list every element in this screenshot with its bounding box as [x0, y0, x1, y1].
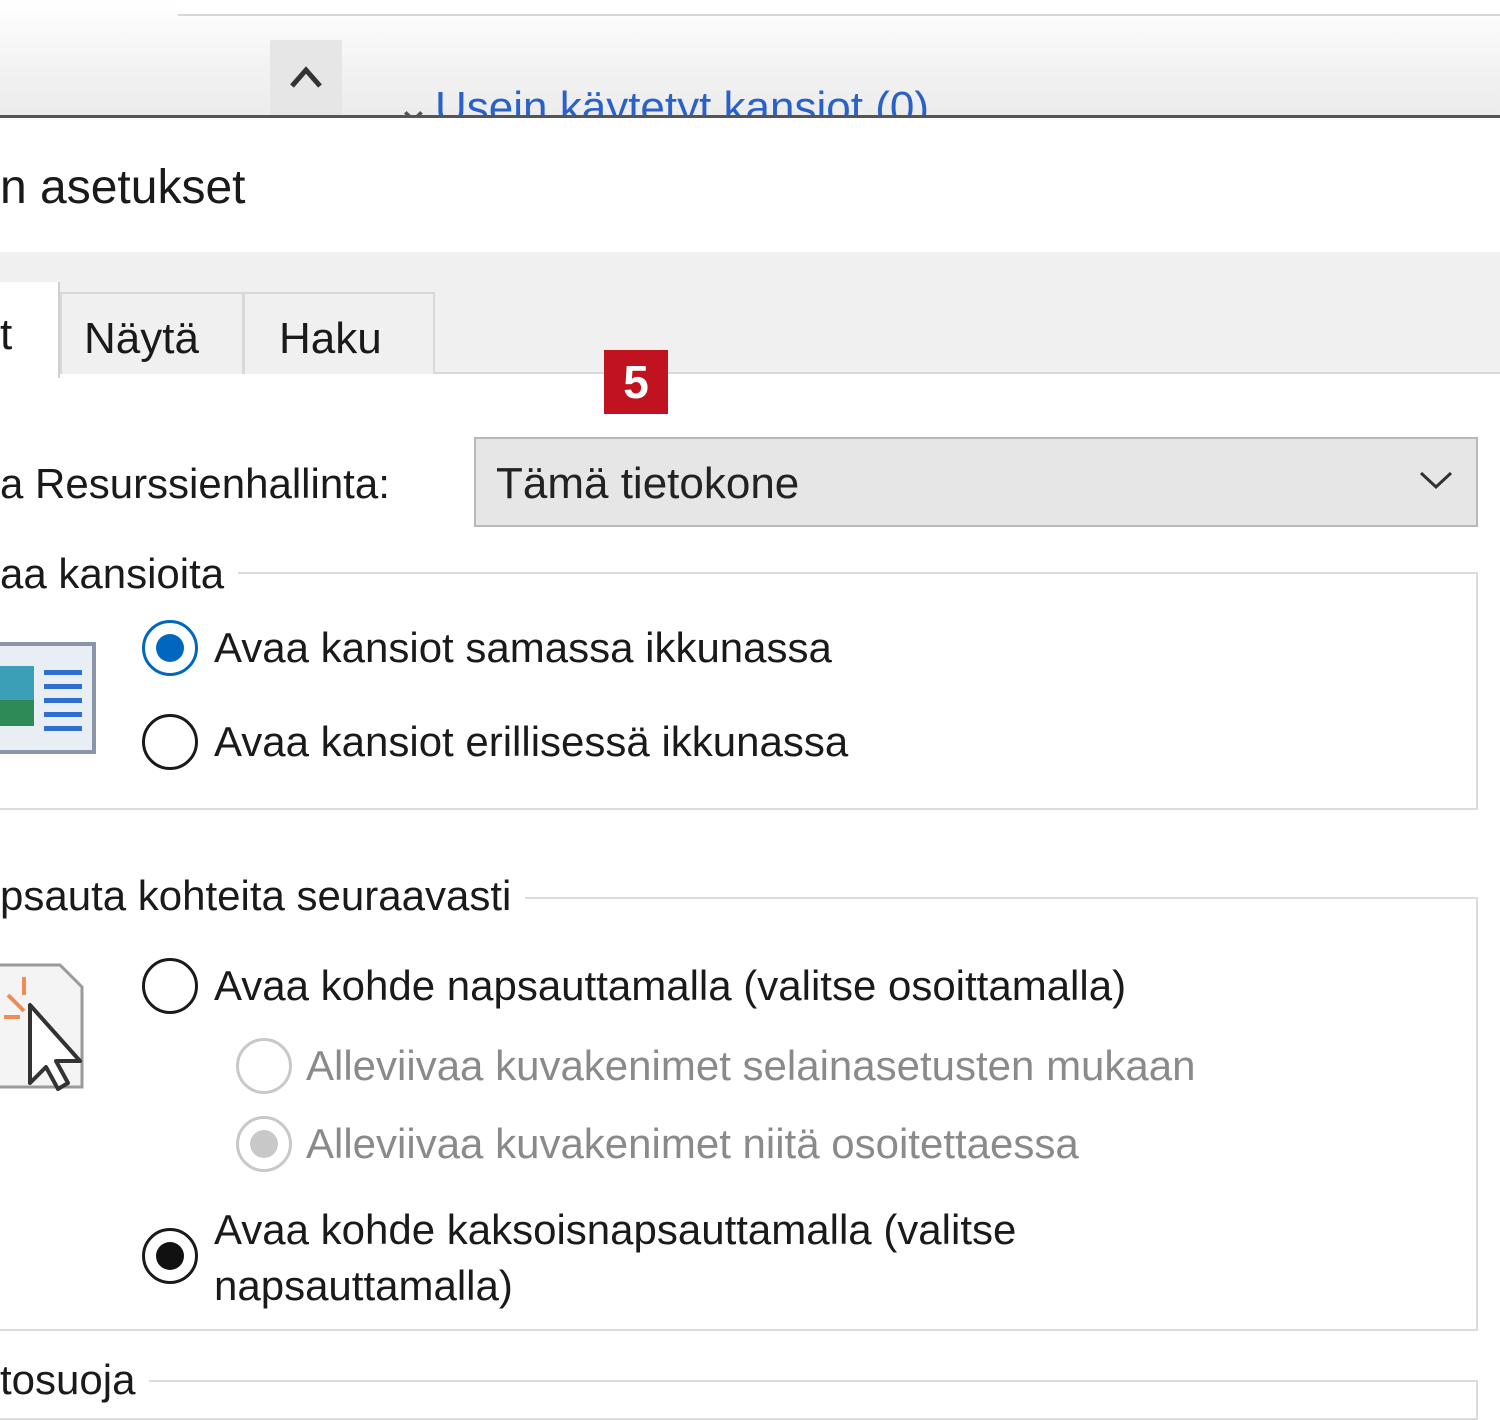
radio-button[interactable]: [142, 1228, 198, 1284]
click-items-legend: psauta kohteita seuraavasti: [0, 872, 526, 920]
tab-divider: [435, 372, 1500, 374]
radio-button[interactable]: [142, 620, 198, 676]
step-badge: 5: [604, 350, 668, 414]
privacy-group: [0, 1380, 1478, 1420]
cursor-click-icon: [0, 955, 92, 1095]
radio-button[interactable]: [142, 714, 198, 770]
privacy-legend: tosuoja: [0, 1356, 150, 1404]
tab-general[interactable]: t: [0, 282, 60, 378]
frequent-folders-heading[interactable]: ⌄Usein käytetyt kansiot (0): [395, 82, 929, 118]
radio-button[interactable]: [236, 1116, 292, 1172]
window-illustration-icon: [0, 640, 100, 756]
collapse-ribbon-button[interactable]: [270, 40, 342, 118]
dialog-title: n asetukset: [0, 161, 246, 214]
chevron-up-icon: [290, 66, 322, 88]
tab-view[interactable]: Näytä: [60, 292, 244, 374]
open-explorer-value: Tämä tietokone: [496, 459, 800, 508]
radio-button[interactable]: [142, 958, 198, 1014]
open-explorer-select[interactable]: Tämä tietokone: [474, 437, 1478, 527]
tab-search[interactable]: Haku: [243, 292, 435, 374]
radio-button[interactable]: [236, 1038, 292, 1094]
open-explorer-label: a Resurssienhallinta:: [0, 460, 390, 507]
browse-folders-legend: aa kansioita: [0, 550, 239, 598]
chevron-down-icon: [1419, 471, 1453, 490]
address-bar-edge: [178, 0, 1500, 16]
browse-folders-group: [0, 572, 1478, 810]
chevron-down-icon: ⌄: [395, 83, 432, 118]
